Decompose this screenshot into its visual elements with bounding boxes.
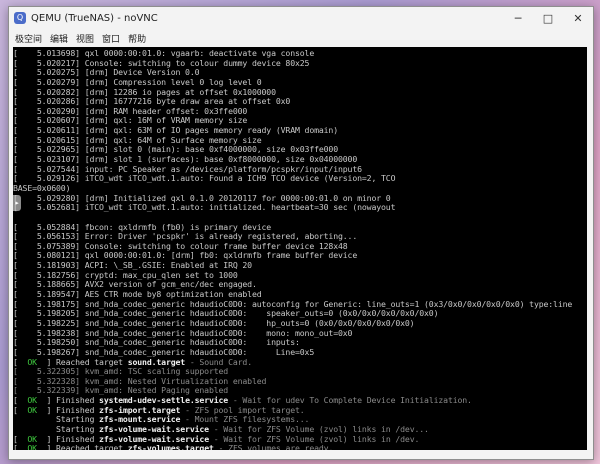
console-text: [ 5.020286] [drm] 16777216 byte draw are… [13,96,291,107]
console-text: [ 5.182756] cryptd: max_cpu_qlen set to … [13,269,238,280]
console-text: Starting [13,414,100,425]
console-text: [ 5.020607] [drm] qxl: 16M of VRAM memor… [13,115,248,126]
menu-item-help[interactable]: 帮助 [128,32,146,45]
console-text: - Mount ZFS filesystems... [180,414,310,425]
console-text: [ 5.052884] fbcon: qxldrmfb (fb0) is pri… [13,221,272,232]
console-output: [ 5.013698] qxl 0000:00:01.0: vgaarb: de… [13,48,573,450]
console-text: [ 5.056153] Error: Driver 'pcspkr' is al… [13,231,358,242]
console-text: [ [13,395,28,406]
qemu-vnc-window: Q QEMU (TrueNAS) - noVNC ─ □ ✕ 极空间 编辑 视图… [8,6,594,460]
ok-status: OK [27,443,37,450]
ok-status: OK [27,356,37,367]
console-text: [ 5.198238] snd_hda_codec_generic hdaudi… [13,327,353,338]
menu-item-view[interactable]: 视图 [76,32,94,45]
unit-name: zfs-volume-wait.service [99,423,209,434]
console-text: [ 5.189547] AES CTR mode by8 optimizatio… [13,289,262,300]
console-text: [ 5.198205] snd_hda_codec_generic hdaudi… [13,308,439,319]
console-text: [ 5.322305] kvm_amd: TSC scaling support… [13,366,229,377]
ok-status: OK [27,404,37,415]
console-text: [ 5.020282] [drm] 12286 io pages at offs… [13,86,276,97]
unit-name: sound.target [127,356,186,367]
console-text: [ 5.198175] snd_hda_codec_generic hdaudi… [13,298,573,309]
console-text: [ 5.075389] Console: switching to colour… [13,240,348,251]
unit-name: zfs-mount.service [99,414,181,425]
console-text: [ [13,433,28,444]
console-line: [ 5.052681] iTCO_wdt iTCO_wdt.1.auto: in… [13,202,572,213]
ok-status: OK [27,395,37,406]
window-title: QEMU (TrueNAS) - noVNC [31,12,158,24]
console-text: [ 5.322328] kvm_amd: Nested Virtualizati… [13,375,267,386]
maximize-button[interactable]: □ [533,7,563,29]
console-text: [ 5.020615] [drm] qxl: 64M of Surface me… [13,134,262,145]
unit-name: zfs-volume-wait.service [99,433,209,444]
console-text: [ 5.027544] input: PC Speaker as /device… [13,163,362,174]
unit-name: zfs-import.target [99,404,181,415]
console-text: ] Finished [36,433,100,444]
console-text: [ 5.181903] ACPI: \_SB_.GSIE: Enabled at… [13,260,252,271]
console-text: [ [13,443,28,450]
console-text: [ 5.198250] snd_hda_codec_generic hdaudi… [13,337,300,348]
console-text: Starting [13,423,100,434]
console-text: [ [13,356,28,367]
window-controls: ─ □ ✕ [503,7,593,29]
console-text: [ 5.322339] kvm_amd: Nested Paging enabl… [13,385,229,396]
console-text: [ [13,404,28,415]
unit-name: systemd-udev-settle.service [99,395,229,406]
ok-status: OK [27,433,37,444]
console-text: [ 5.013698] qxl 0000:00:01.0: vgaarb: de… [13,48,315,58]
close-button[interactable]: ✕ [563,7,593,29]
console-text: [ 5.029126] iTCO_wdt iTCO_wdt.1.auto: Fo… [13,173,396,184]
console-line: [ 5.029126] iTCO_wdt iTCO_wdt.1.auto: Fo… [13,174,572,184]
console-text: ] Finished [36,404,100,415]
console-text: [ 5.023107] [drm] slot 1 (surfaces): bas… [13,154,358,165]
console-text: [ 5.188665] AVX2 version of gcm_enc/dec … [13,279,257,290]
console-text: ] Reached target [36,443,128,450]
console-text: - ZFS volumes are ready. [213,443,334,450]
console-text: - ZFS pool import target. [180,404,305,415]
minimize-button[interactable]: ─ [503,7,533,29]
menu-item-app[interactable]: 极空间 [15,32,42,45]
unit-name: zfs-volumes.target [127,443,214,450]
console-text: [ 5.052681] iTCO_wdt iTCO_wdt.1.auto: in… [13,202,396,213]
console-text: [ 5.029280] [drm] Initialized qxl 0.1.0 … [13,192,391,203]
console-text: [ 5.020290] [drm] RAM header offset: 0x3… [13,105,248,116]
qemu-app-icon: Q [14,12,26,24]
menu-item-edit[interactable]: 编辑 [50,32,68,45]
console-text: [ 5.020611] [drm] qxl: 63M of IO pages m… [13,125,338,136]
vnc-console-screen[interactable]: ▸ [ 5.013698] qxl 0000:00:01.0: vgaarb: … [13,47,587,450]
console-text: [ 5.022965] [drm] slot 0 (main): base 0x… [13,144,338,155]
console-text: [ 5.080121] qxl 0000:00:01.0: [drm] fb0:… [13,250,358,261]
console-text: [ 5.198267] snd_hda_codec_generic hdaudi… [13,346,315,357]
console-text: ] Finished [36,395,100,406]
console-line: [ OK ] Reached target zfs-volumes.target… [13,443,572,450]
console-text: [ 5.020217] Console: switching to colour… [13,57,310,68]
console-text: [ 5.020279] [drm] Compression level 0 lo… [13,76,262,87]
console-text: - Sound Card. [185,356,252,367]
console-text: [ 5.020275] [drm] Device Version 0.0 [13,67,200,78]
console-text: - Wait for udev To Complete Device Initi… [228,395,472,406]
menu-bar: 极空间 编辑 视图 窗口 帮助 [9,29,593,47]
console-text: - Wait for ZFS Volume (zvol) links in /d… [208,423,429,434]
console-text: [ 5.198225] snd_hda_codec_generic hdaudi… [13,317,415,328]
console-text: - Wait for ZFS Volume (zvol) links in /d… [208,433,420,444]
menu-item-window[interactable]: 窗口 [102,32,120,45]
console-text: ] Reached target [36,356,128,367]
console-text: BASE=0x0600) [13,182,71,193]
title-bar[interactable]: Q QEMU (TrueNAS) - noVNC ─ □ ✕ [9,7,593,29]
